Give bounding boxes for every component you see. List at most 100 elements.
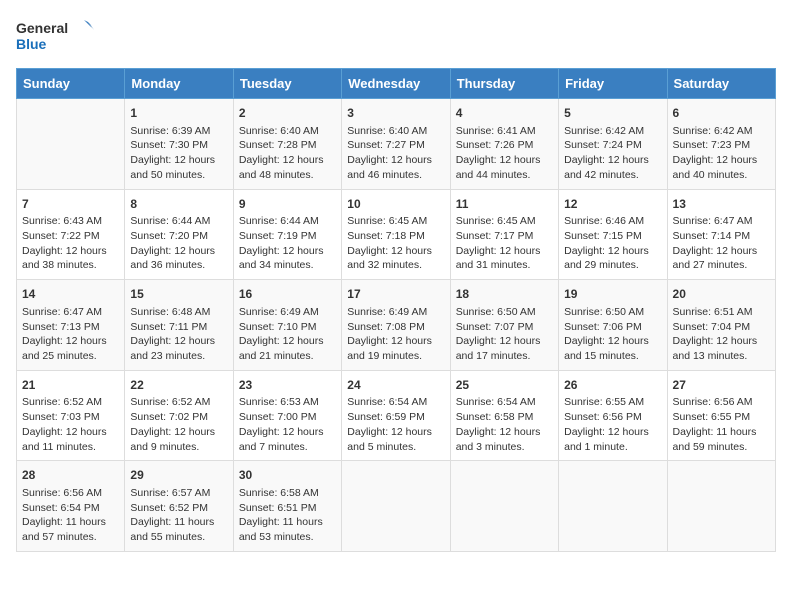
calendar-cell: 30 Sunrise: 6:58 AM Sunset: 6:51 PM Dayli… xyxy=(233,461,341,552)
calendar-cell xyxy=(667,461,775,552)
day-number: 16 xyxy=(239,286,336,303)
day-number: 10 xyxy=(347,196,444,213)
cell-content: Sunrise: 6:50 AM Sunset: 7:07 PM Dayligh… xyxy=(456,305,553,364)
cell-content: Sunrise: 6:50 AM Sunset: 7:06 PM Dayligh… xyxy=(564,305,661,364)
calendar-cell: 9Sunrise: 6:44 AM Sunset: 7:19 PM Daylig… xyxy=(233,189,341,280)
calendar-row: 21Sunrise: 6:52 AM Sunset: 7:03 PM Dayli… xyxy=(17,370,776,461)
cell-content: Sunrise: 6:42 AM Sunset: 7:23 PM Dayligh… xyxy=(673,124,770,183)
calendar-cell: 22Sunrise: 6:52 AM Sunset: 7:02 PM Dayli… xyxy=(125,370,233,461)
day-number: 19 xyxy=(564,286,661,303)
page-header: General Blue xyxy=(16,16,776,56)
cell-content: Sunrise: 6:46 AM Sunset: 7:15 PM Dayligh… xyxy=(564,214,661,273)
calendar-cell: 1Sunrise: 6:39 AM Sunset: 7:30 PM Daylig… xyxy=(125,99,233,190)
calendar-row: 1Sunrise: 6:39 AM Sunset: 7:30 PM Daylig… xyxy=(17,99,776,190)
calendar-cell: 26Sunrise: 6:55 AM Sunset: 6:56 PM Dayli… xyxy=(559,370,667,461)
day-number: 23 xyxy=(239,377,336,394)
cell-content: Sunrise: 6:55 AM Sunset: 6:56 PM Dayligh… xyxy=(564,395,661,454)
cell-content: Sunrise: 6:52 AM Sunset: 7:02 PM Dayligh… xyxy=(130,395,227,454)
calendar-cell: 4 Sunrise: 6:41 AM Sunset: 7:26 PM Daylig… xyxy=(450,99,558,190)
day-number: 3 xyxy=(347,105,444,122)
calendar-row: 7Sunrise: 6:43 AM Sunset: 7:22 PM Daylig… xyxy=(17,189,776,280)
calendar-cell: 25Sunrise: 6:54 AM Sunset: 6:58 PM Dayli… xyxy=(450,370,558,461)
cell-content: Sunrise: 6:43 AM Sunset: 7:22 PM Dayligh… xyxy=(22,214,119,273)
day-number: 28 xyxy=(22,467,119,484)
cell-content: Sunrise: 6:53 AM Sunset: 7:00 PM Dayligh… xyxy=(239,395,336,454)
header-day: Wednesday xyxy=(342,69,450,99)
day-number: 20 xyxy=(673,286,770,303)
day-number: 15 xyxy=(130,286,227,303)
day-number: 2 xyxy=(239,105,336,122)
day-number: 30 xyxy=(239,467,336,484)
day-number: 11 xyxy=(456,196,553,213)
cell-content: Sunrise: 6:57 AM Sunset: 6:52 PM Dayligh… xyxy=(130,486,227,545)
calendar-cell: 6Sunrise: 6:42 AM Sunset: 7:23 PM Daylig… xyxy=(667,99,775,190)
cell-content: Sunrise: 6:39 AM Sunset: 7:30 PM Dayligh… xyxy=(130,124,227,183)
calendar-cell: 10Sunrise: 6:45 AM Sunset: 7:18 PM Dayli… xyxy=(342,189,450,280)
cell-content: Sunrise: 6:48 AM Sunset: 7:11 PM Dayligh… xyxy=(130,305,227,364)
calendar-cell: 16 Sunrise: 6:49 AM Sunset: 7:10 PM Dayli… xyxy=(233,280,341,371)
header-day: Thursday xyxy=(450,69,558,99)
calendar-row: 14 Sunrise: 6:47 AM Sunset: 7:13 PM Dayli… xyxy=(17,280,776,371)
cell-content: Sunrise: 6:44 AM Sunset: 7:19 PM Dayligh… xyxy=(239,214,336,273)
day-number: 24 xyxy=(347,377,444,394)
header-day: Friday xyxy=(559,69,667,99)
calendar-cell: 14 Sunrise: 6:47 AM Sunset: 7:13 PM Dayli… xyxy=(17,280,125,371)
day-number: 21 xyxy=(22,377,119,394)
day-number: 18 xyxy=(456,286,553,303)
calendar-cell: 12Sunrise: 6:46 AM Sunset: 7:15 PM Dayli… xyxy=(559,189,667,280)
cell-content: Sunrise: 6:56 AM Sunset: 6:55 PM Dayligh… xyxy=(673,395,770,454)
calendar-cell: 3 Sunrise: 6:40 AM Sunset: 7:27 PM Daylig… xyxy=(342,99,450,190)
header-day: Tuesday xyxy=(233,69,341,99)
cell-content: Sunrise: 6:42 AM Sunset: 7:24 PM Dayligh… xyxy=(564,124,661,183)
calendar-cell: 2 Sunrise: 6:40 AM Sunset: 7:28 PM Daylig… xyxy=(233,99,341,190)
day-number: 4 xyxy=(456,105,553,122)
header-day: Saturday xyxy=(667,69,775,99)
calendar-table: SundayMondayTuesdayWednesdayThursdayFrid… xyxy=(16,68,776,552)
calendar-cell: 21Sunrise: 6:52 AM Sunset: 7:03 PM Dayli… xyxy=(17,370,125,461)
cell-content: Sunrise: 6:40 AM Sunset: 7:27 PM Dayligh… xyxy=(347,124,444,183)
calendar-cell: 11Sunrise: 6:45 AM Sunset: 7:17 PM Dayli… xyxy=(450,189,558,280)
calendar-cell: 8Sunrise: 6:44 AM Sunset: 7:20 PM Daylig… xyxy=(125,189,233,280)
calendar-cell: 15 Sunrise: 6:48 AM Sunset: 7:11 PM Dayli… xyxy=(125,280,233,371)
calendar-cell: 17Sunrise: 6:49 AM Sunset: 7:08 PM Dayli… xyxy=(342,280,450,371)
day-number: 7 xyxy=(22,196,119,213)
cell-content: Sunrise: 6:54 AM Sunset: 6:59 PM Dayligh… xyxy=(347,395,444,454)
cell-content: Sunrise: 6:45 AM Sunset: 7:17 PM Dayligh… xyxy=(456,214,553,273)
calendar-cell xyxy=(559,461,667,552)
cell-content: Sunrise: 6:40 AM Sunset: 7:28 PM Dayligh… xyxy=(239,124,336,183)
calendar-cell: 27Sunrise: 6:56 AM Sunset: 6:55 PM Dayli… xyxy=(667,370,775,461)
cell-content: Sunrise: 6:47 AM Sunset: 7:14 PM Dayligh… xyxy=(673,214,770,273)
calendar-cell xyxy=(450,461,558,552)
cell-content: Sunrise: 6:52 AM Sunset: 7:03 PM Dayligh… xyxy=(22,395,119,454)
cell-content: Sunrise: 6:45 AM Sunset: 7:18 PM Dayligh… xyxy=(347,214,444,273)
calendar-cell: 23Sunrise: 6:53 AM Sunset: 7:00 PM Dayli… xyxy=(233,370,341,461)
logo: General Blue xyxy=(16,16,96,56)
calendar-cell: 7Sunrise: 6:43 AM Sunset: 7:22 PM Daylig… xyxy=(17,189,125,280)
day-number: 13 xyxy=(673,196,770,213)
header-day: Monday xyxy=(125,69,233,99)
calendar-cell xyxy=(17,99,125,190)
cell-content: Sunrise: 6:49 AM Sunset: 7:08 PM Dayligh… xyxy=(347,305,444,364)
calendar-cell: 18 Sunrise: 6:50 AM Sunset: 7:07 PM Dayli… xyxy=(450,280,558,371)
day-number: 25 xyxy=(456,377,553,394)
cell-content: Sunrise: 6:47 AM Sunset: 7:13 PM Dayligh… xyxy=(22,305,119,364)
svg-text:Blue: Blue xyxy=(16,36,47,52)
calendar-cell: 24Sunrise: 6:54 AM Sunset: 6:59 PM Dayli… xyxy=(342,370,450,461)
day-number: 27 xyxy=(673,377,770,394)
cell-content: Sunrise: 6:56 AM Sunset: 6:54 PM Dayligh… xyxy=(22,486,119,545)
cell-content: Sunrise: 6:44 AM Sunset: 7:20 PM Dayligh… xyxy=(130,214,227,273)
cell-content: Sunrise: 6:54 AM Sunset: 6:58 PM Dayligh… xyxy=(456,395,553,454)
cell-content: Sunrise: 6:58 AM Sunset: 6:51 PM Dayligh… xyxy=(239,486,336,545)
logo-icon: General Blue xyxy=(16,16,96,56)
day-number: 14 xyxy=(22,286,119,303)
day-number: 29 xyxy=(130,467,227,484)
header-day: Sunday xyxy=(17,69,125,99)
calendar-cell: 19 Sunrise: 6:50 AM Sunset: 7:06 PM Dayli… xyxy=(559,280,667,371)
day-number: 26 xyxy=(564,377,661,394)
cell-content: Sunrise: 6:49 AM Sunset: 7:10 PM Dayligh… xyxy=(239,305,336,364)
day-number: 22 xyxy=(130,377,227,394)
cell-content: Sunrise: 6:51 AM Sunset: 7:04 PM Dayligh… xyxy=(673,305,770,364)
day-number: 8 xyxy=(130,196,227,213)
header-row: SundayMondayTuesdayWednesdayThursdayFrid… xyxy=(17,69,776,99)
cell-content: Sunrise: 6:41 AM Sunset: 7:26 PM Dayligh… xyxy=(456,124,553,183)
